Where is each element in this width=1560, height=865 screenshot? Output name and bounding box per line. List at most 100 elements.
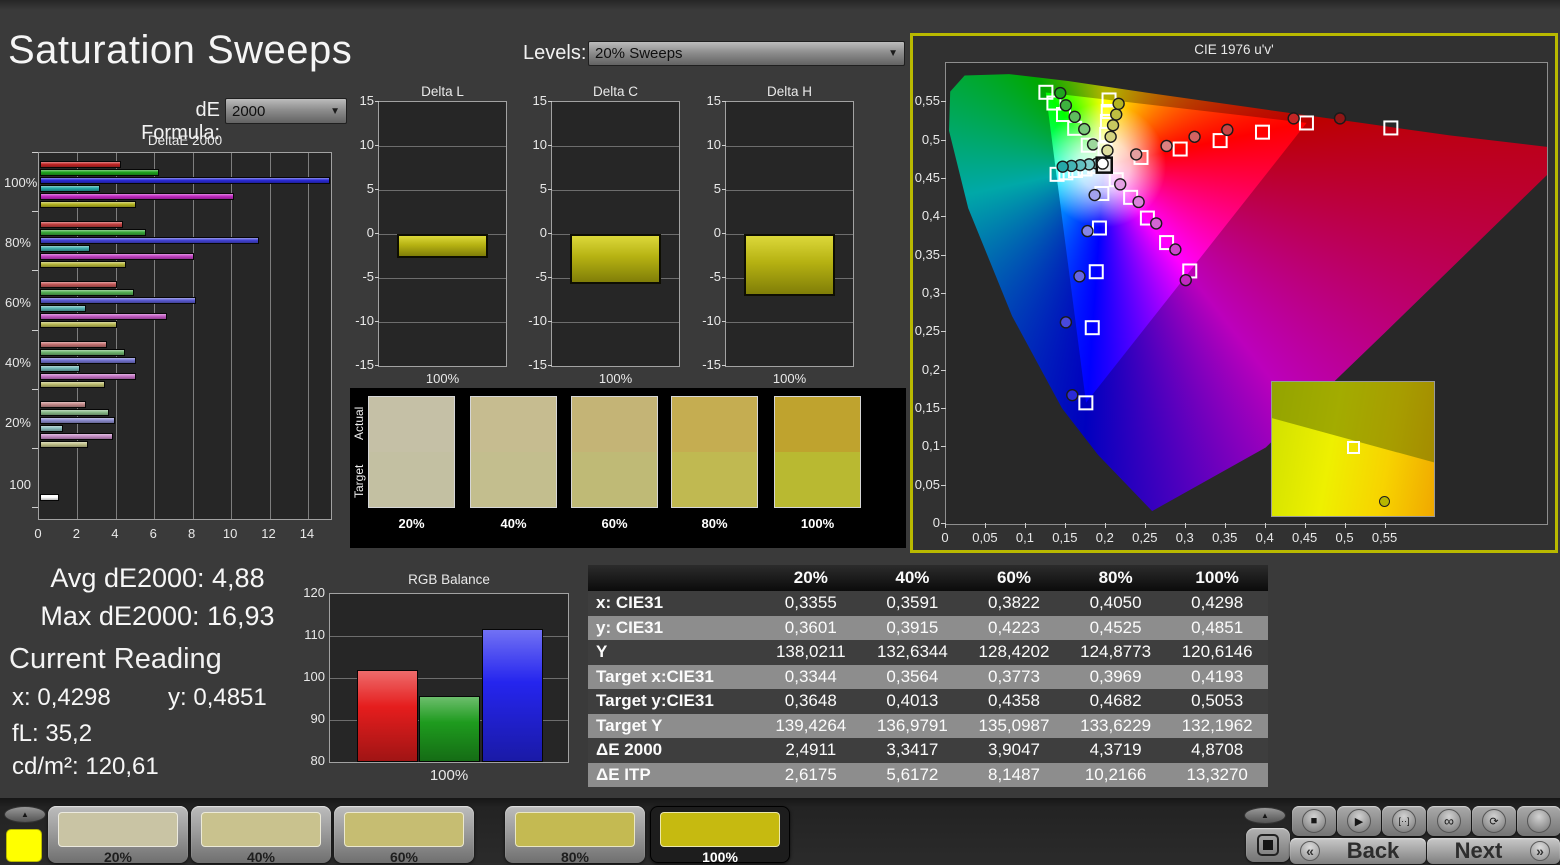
chevron-up-icon: ▲ — [1261, 811, 1269, 820]
cie-measured-blue — [1081, 224, 1094, 238]
y-axis-tick-label: 15 — [706, 93, 721, 108]
cie-target-blue — [1084, 320, 1100, 336]
axis-tick-mark — [1064, 523, 1066, 528]
cie-chart-title: CIE 1976 u'v' — [1194, 42, 1274, 57]
transport-infinite-button[interactable]: ∞ — [1427, 806, 1471, 836]
axis-tick-mark — [1104, 523, 1106, 528]
table-cell-value: 0,4223 — [987, 617, 1040, 637]
axis-tick-mark — [941, 216, 946, 218]
axis-tick-mark — [941, 523, 946, 524]
y-axis-tick-label: -10 — [702, 313, 721, 328]
table-cell-value: 2,6175 — [784, 764, 837, 784]
table-cell-value: 0,4525 — [1089, 617, 1142, 637]
step-icon: [··] — [1392, 809, 1416, 833]
delta-h-plot-area — [725, 101, 854, 367]
collapse-left-button[interactable]: ▲ — [4, 806, 46, 823]
target-row-label: Target — [352, 464, 366, 498]
reference-color-swatch[interactable] — [6, 829, 42, 862]
cie-target-blue — [1091, 220, 1107, 236]
table-row-label: Target y:CIE31 — [596, 691, 714, 711]
x-axis-tick-label: 10 — [222, 526, 238, 541]
table-row-label: Y — [596, 642, 608, 662]
y-axis-tick-label: 10 — [706, 137, 721, 152]
axis-tick-mark — [375, 145, 379, 146]
sample-color-swatch — [515, 812, 635, 847]
group-label: 60% — [4, 295, 31, 310]
table-header-cell: 40% — [895, 568, 930, 587]
color-comparison-swatch — [571, 396, 658, 508]
grid-line — [379, 190, 506, 191]
swatch-percent-label: 20% — [398, 516, 425, 531]
back-button[interactable]: « Back — [1290, 838, 1426, 864]
transport-play-button[interactable]: ▶ — [1337, 806, 1381, 836]
axis-tick-mark — [1144, 523, 1146, 528]
axis-tick-mark — [375, 365, 379, 366]
sample-button-40%[interactable]: 40% — [191, 806, 331, 865]
sample-button-100%[interactable]: 100% — [650, 806, 790, 865]
grid-line — [379, 146, 506, 147]
cie-target-blue — [1078, 395, 1094, 411]
color-comparison-swatch — [470, 396, 557, 508]
x-axis-tick-label: 0 — [941, 530, 949, 545]
x-axis-tick-label: 6 — [149, 526, 157, 541]
actual-color-patch — [572, 397, 657, 452]
axis-tick-mark — [375, 101, 379, 102]
transport-step-button[interactable]: [··] — [1382, 806, 1426, 836]
table-cell-value: 0,4851 — [1191, 617, 1244, 637]
deltae-bar-magenta — [40, 432, 113, 440]
sample-color-swatch — [201, 812, 321, 847]
cie-measured-white-point — [1096, 157, 1109, 170]
deltae-bar-green — [40, 288, 135, 296]
table-cell-value: 0,4050 — [1089, 593, 1142, 613]
back-button-label: Back — [1346, 838, 1400, 863]
y-axis-tick-label: 0 — [932, 515, 940, 530]
axis-tick-mark — [941, 292, 946, 294]
group-label: 80% — [4, 235, 31, 250]
axis-tick-mark — [1384, 523, 1386, 528]
color-comparison-swatch — [368, 396, 455, 508]
axis-tick-mark — [375, 189, 379, 190]
deltae-bar-magenta — [40, 312, 167, 320]
next-button[interactable]: Next » — [1427, 838, 1560, 864]
swatch-percent-label: 80% — [701, 516, 728, 531]
y-axis-tick-label: 15 — [532, 93, 547, 108]
grid-line — [552, 322, 679, 323]
rgb-bar-green — [419, 696, 480, 762]
table-row-label: Target Y — [596, 715, 663, 735]
delta-h-chart: Delta H 100% 15 10 5 0 -5 -10 -15 — [699, 84, 864, 389]
delta-c-chart: Delta C 100% 15 10 5 0 -5 -10 -15 — [525, 84, 690, 389]
table-row: y: CIE31 0,3601 0,3915 0,4223 0,4525 0,4851 — [588, 615, 1268, 640]
transport-record-button[interactable] — [1517, 806, 1560, 836]
deltae-bar-white — [40, 494, 60, 501]
table-cell-value: 0,4358 — [987, 691, 1040, 711]
sample-button-60%[interactable]: 60% — [334, 806, 474, 865]
axis-tick-mark — [32, 448, 38, 449]
axis-tick-mark — [32, 211, 38, 213]
transport-stop-button[interactable]: ■ — [1292, 806, 1336, 836]
table-row-label: ΔE 2000 — [596, 740, 663, 760]
y-axis-tick-label: -5 — [535, 269, 547, 284]
deltae-bar-green — [40, 408, 110, 416]
axis-tick-mark — [548, 189, 552, 190]
y-axis-tick-label: -10 — [355, 313, 374, 328]
table-cell-value: 132,1962 — [1181, 715, 1253, 735]
actual-row-label: Actual — [352, 406, 366, 440]
cie-measured-red — [1287, 112, 1300, 125]
y-axis-tick-label: 5 — [539, 181, 547, 196]
y-axis-tick-label: -10 — [528, 313, 547, 328]
grid-line — [552, 146, 679, 147]
axis-tick-mark — [722, 365, 726, 366]
deltae-bar-cyan — [40, 364, 81, 372]
axis-tick-mark — [32, 152, 38, 153]
de-formula-dropdown[interactable]: 2000 ▼ — [225, 98, 347, 124]
collapse-right-button[interactable]: ▲ — [1244, 807, 1286, 824]
sample-button-20%[interactable]: 20% — [48, 806, 188, 865]
axis-tick-mark — [32, 507, 38, 509]
sample-button-80%[interactable]: 80% — [505, 806, 645, 865]
group-label: 100% — [4, 175, 38, 190]
pattern-window-button[interactable] — [1246, 828, 1290, 862]
y-axis-tick-label: 0,45 — [914, 169, 940, 185]
target-color-patch — [672, 452, 757, 507]
levels-dropdown[interactable]: 20% Sweeps ▼ — [588, 41, 905, 66]
transport-refresh-button[interactable]: ⟳ — [1472, 806, 1516, 836]
